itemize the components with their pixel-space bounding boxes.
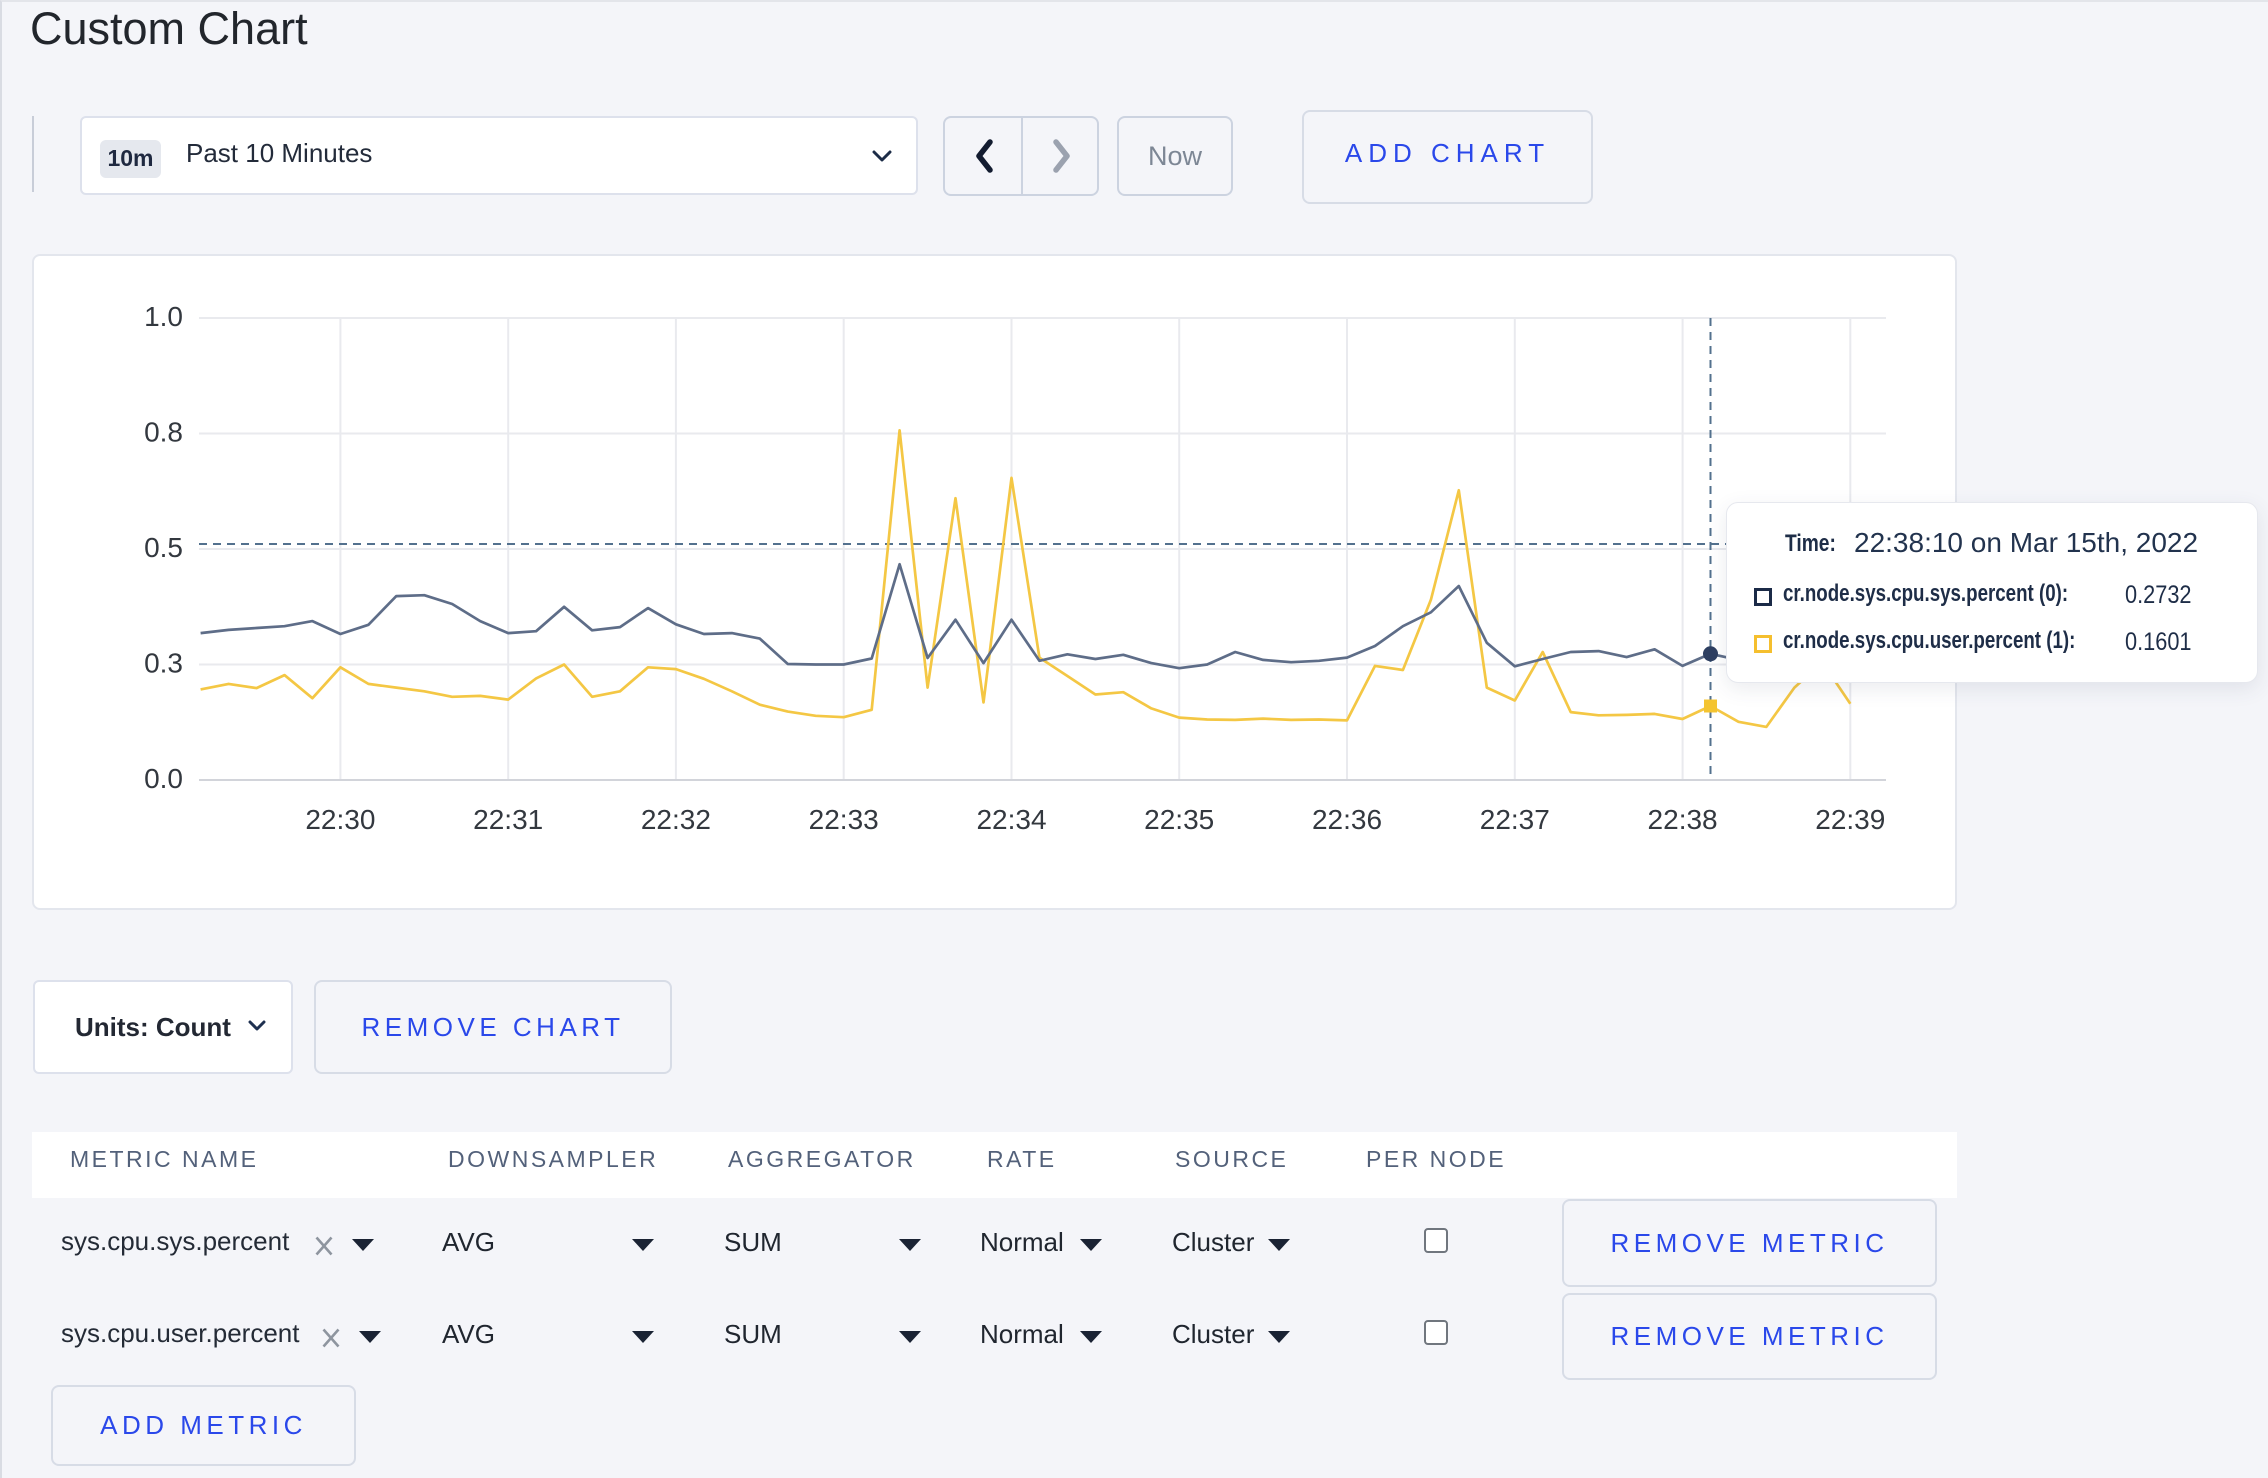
svg-text:22:30: 22:30	[305, 804, 375, 835]
svg-text:22:33: 22:33	[809, 804, 879, 835]
svg-text:0.0: 0.0	[144, 763, 183, 794]
svg-text:22:36: 22:36	[1312, 804, 1382, 835]
svg-text:1.0: 1.0	[144, 301, 183, 332]
svg-text:0.5: 0.5	[144, 532, 183, 563]
svg-text:0.3: 0.3	[144, 648, 183, 679]
svg-text:22:32: 22:32	[641, 804, 711, 835]
svg-text:22:39: 22:39	[1815, 804, 1885, 835]
svg-text:0.8: 0.8	[144, 417, 183, 448]
svg-text:22:35: 22:35	[1144, 804, 1214, 835]
svg-text:22:37: 22:37	[1480, 804, 1550, 835]
svg-text:22:38: 22:38	[1648, 804, 1718, 835]
svg-text:22:31: 22:31	[473, 804, 543, 835]
svg-text:22:34: 22:34	[976, 804, 1046, 835]
